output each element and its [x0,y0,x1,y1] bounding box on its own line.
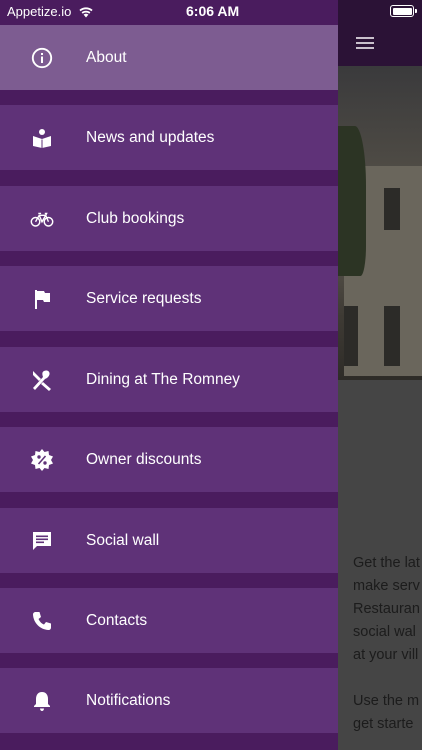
hero-image [338,66,422,380]
intro-line: Use the m [353,693,420,709]
menu-item-dining[interactable]: Dining at The Romney [0,347,338,412]
battery-icon [390,5,417,17]
main-view: Get the lat make serv Restauran social w… [338,0,422,750]
discount-badge-icon [30,448,54,472]
menu-label: Dining at The Romney [86,370,240,388]
menu-label: Owner discounts [86,450,202,468]
reading-icon [30,126,54,150]
hamburger-menu-icon[interactable] [356,37,374,49]
navigation-drawer: About News and updates Club bookings Ser… [0,0,338,750]
menu-label: Social wall [86,531,160,549]
info-icon [30,46,54,70]
intro-line: social wal [353,624,416,640]
intro-line: Restauran [353,601,420,617]
bell-icon [30,689,54,713]
chat-icon [30,529,54,553]
menu-item-contacts[interactable]: Contacts [0,588,338,653]
menu-label: Notifications [86,691,171,709]
intro-text: Get the lat make serv Restauran social w… [353,552,422,750]
clock: 6:06 AM [186,3,240,19]
phone-icon [30,609,54,633]
menu-item-service-requests[interactable]: Service requests [0,266,338,331]
bicycle-icon [30,207,54,231]
utensils-icon [30,368,54,392]
menu-item-owner-discounts[interactable]: Owner discounts [0,427,338,492]
flag-icon [30,287,54,311]
menu-item-about[interactable]: About [0,25,338,90]
wifi-icon [78,5,94,23]
carrier-label: Appetize.io [7,4,72,19]
status-bar: Appetize.io 6:06 AM [0,0,422,25]
menu-label: Service requests [86,289,202,307]
tree-image [338,126,366,276]
menu-label: News and updates [86,128,215,146]
intro-line: at your vill [353,647,419,663]
menu-item-notifications[interactable]: Notifications [0,668,338,733]
intro-line: get starte [353,716,414,732]
intro-line: make serv [353,578,420,594]
menu-item-news[interactable]: News and updates [0,105,338,170]
menu-item-social-wall[interactable]: Social wall [0,508,338,573]
menu-label: Club bookings [86,209,185,227]
menu-label: Contacts [86,611,148,629]
intro-line: Get the lat [353,555,420,571]
menu-label: About [86,48,127,66]
menu-item-club-bookings[interactable]: Club bookings [0,186,338,251]
